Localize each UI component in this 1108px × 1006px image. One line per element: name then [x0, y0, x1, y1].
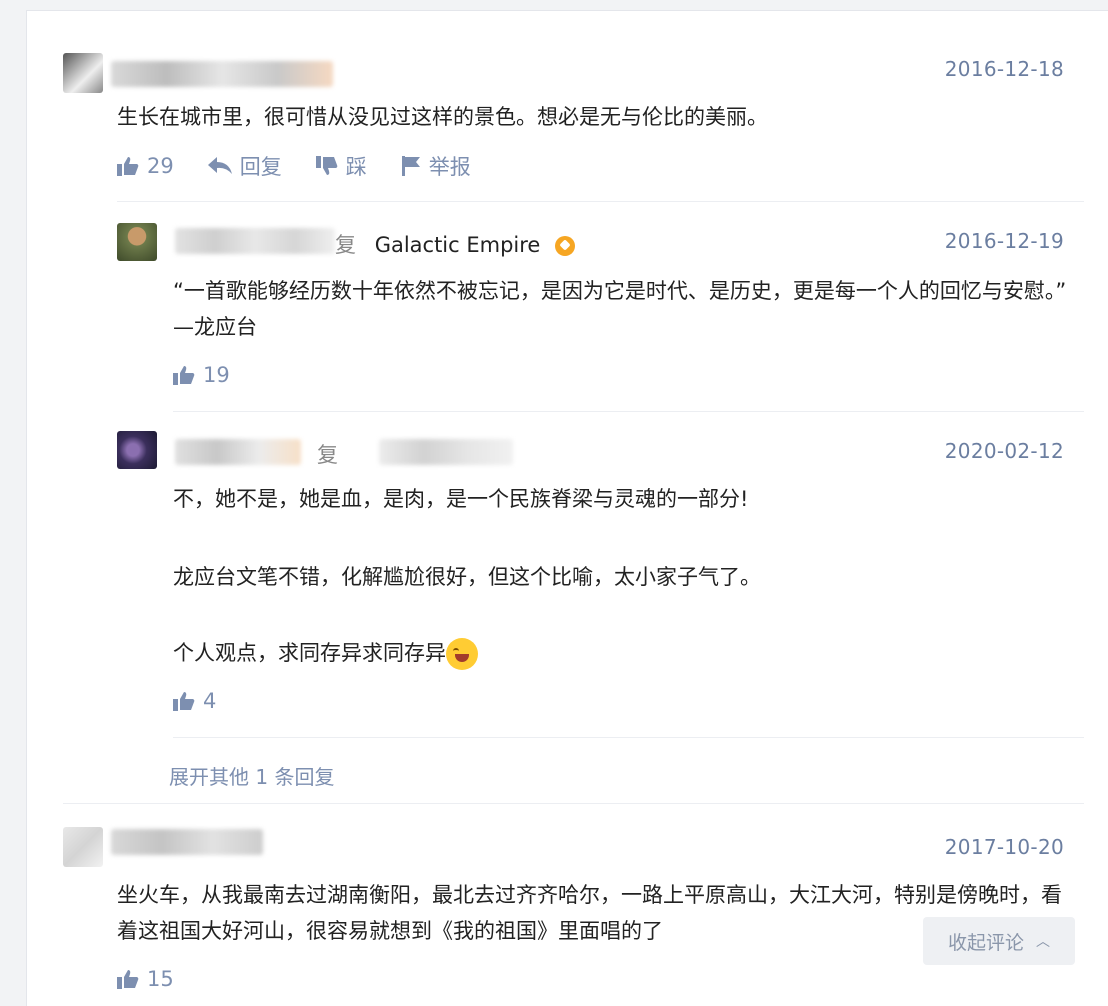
comment-text: “一首歌能够经历数十年依然不被忘记，是因为它是时代、是历史，更是每一个人的回忆与…	[173, 279, 1067, 339]
report-label: 举报	[428, 155, 471, 179]
comment-actions: 29 回复 踩 举报	[117, 151, 505, 181]
comment-panel: 2016-12-18 生长在城市里，很可惜从没见过这样的景色。想必是无与伦比的美…	[26, 10, 1108, 1006]
avatar[interactable]	[63, 827, 103, 867]
comment-paragraph-text: 个人观点，求同存异求同存异	[173, 641, 446, 665]
divider	[173, 737, 1084, 738]
like-count: 15	[147, 967, 174, 991]
chevron-up-icon: ︿	[1036, 934, 1050, 950]
dislike-label: 踩	[345, 155, 367, 179]
thumb-down-icon	[315, 156, 338, 175]
reply-to-blurred[interactable]	[379, 439, 513, 465]
comment-paragraph: 龙应台文笔不错，化解尴尬很好，但这个比喻，太小家子气了。	[173, 565, 761, 589]
comment-actions: 19	[173, 363, 264, 387]
like-button[interactable]: 29	[117, 154, 174, 178]
comment-date: 2016-12-18	[944, 57, 1064, 81]
collapse-comments-button[interactable]: 收起评论 ︿	[923, 917, 1075, 965]
reply-button[interactable]: 回复	[207, 151, 282, 181]
comment-paragraph: 不，她不是，她是血，是肉，是一个民族脊梁与灵魂的一部分!	[173, 487, 749, 511]
divider	[173, 411, 1084, 412]
username-blurred[interactable]	[111, 829, 263, 855]
comment-paragraph: 个人观点，求同存异求同存异	[173, 635, 1073, 671]
comment-date: 2020-02-12	[944, 439, 1064, 463]
badge-icon	[555, 236, 576, 256]
comment-date: 2016-12-19	[944, 229, 1064, 253]
avatar[interactable]	[63, 53, 103, 93]
like-count: 4	[203, 689, 217, 713]
username-blurred[interactable]	[111, 61, 333, 87]
reply-author[interactable]: 复	[317, 439, 338, 469]
flag-icon	[401, 156, 420, 176]
comment-date: 2017-10-20	[944, 835, 1064, 859]
divider	[117, 201, 1084, 202]
username-blurred[interactable]	[175, 439, 301, 465]
reply-arrow-icon	[207, 157, 232, 174]
thumb-up-icon	[117, 970, 139, 989]
thumb-up-icon	[173, 366, 195, 385]
username-tail: 复	[335, 233, 356, 257]
comment-text: 生长在城市里，很可惜从没见过这样的景色。想必是无与伦比的美丽。	[117, 105, 768, 129]
like-button[interactable]: 19	[173, 363, 230, 387]
thumb-up-icon	[173, 692, 195, 711]
expand-more-replies-link[interactable]: 展开其他 1 条回复	[169, 761, 334, 790]
reply-label: 回复	[239, 155, 282, 179]
avatar[interactable]	[117, 431, 157, 469]
like-button[interactable]: 15	[117, 967, 174, 991]
username-tail: 复	[317, 443, 338, 467]
avatar[interactable]	[117, 223, 157, 261]
comment-actions: 4	[173, 689, 250, 713]
report-button[interactable]: 举报	[401, 151, 471, 181]
collapse-label: 收起评论	[947, 931, 1024, 954]
username-blurred[interactable]	[175, 228, 335, 254]
divider	[63, 803, 1084, 804]
like-button[interactable]: 4	[173, 689, 216, 713]
like-count: 19	[203, 363, 230, 387]
thumb-up-icon	[117, 157, 139, 176]
comment-actions: 15	[117, 967, 208, 991]
like-count: 29	[147, 154, 174, 178]
grin-emoji-icon	[446, 638, 478, 670]
reply-author[interactable]: 复 Galactic Empire	[335, 229, 576, 259]
reply-to-name: Galactic Empire	[374, 233, 541, 257]
dislike-button[interactable]: 踩	[315, 151, 367, 181]
